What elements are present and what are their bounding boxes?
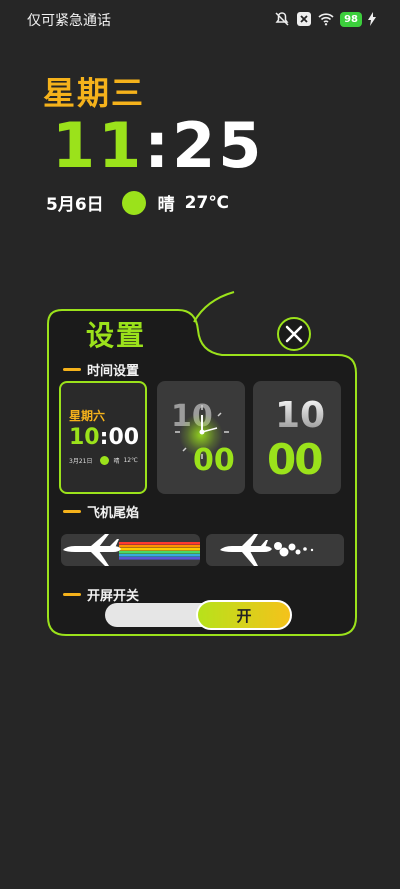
style1-date-line: 3月21日 晴 12℃ <box>69 456 138 465</box>
style1-weekday: 星期六 <box>69 409 106 423</box>
style1-temperature: 12℃ <box>123 457 138 464</box>
section-dash <box>63 593 81 596</box>
flame-option-smoke[interactable] <box>206 534 344 566</box>
style3-hour: 10 <box>275 395 326 436</box>
style1-minute: 00 <box>108 425 140 450</box>
section-boot-label: 开屏开关 <box>87 589 140 604</box>
weather-label: 晴 <box>157 195 175 215</box>
clock-style-option-1[interactable]: 星期六 10:00 3月21日 晴 12℃ <box>59 381 147 494</box>
close-button[interactable] <box>277 317 311 351</box>
mute-icon <box>275 12 289 26</box>
smoke-trail-icon <box>220 534 314 566</box>
battery-icon: 98 <box>340 11 362 27</box>
flame-option-rainbow[interactable] <box>61 534 200 566</box>
charging-icon <box>368 12 376 26</box>
boot-switch-toggle[interactable]: 开 <box>196 600 292 630</box>
style1-date: 3月21日 <box>69 458 93 465</box>
sun-icon <box>121 190 146 215</box>
wifi-icon <box>318 13 334 26</box>
status-icons: 98 <box>274 11 376 27</box>
section-dash <box>63 510 81 513</box>
style1-sun-icon <box>100 456 110 465</box>
close-icon <box>285 325 303 343</box>
rainbow-trail-icon <box>63 534 200 566</box>
style1-time: 10:00 <box>69 425 139 450</box>
carrier-text: 仅可紧急通话 <box>27 13 111 29</box>
clock-style-option-3[interactable]: 10 00 <box>253 381 341 494</box>
section-time-settings: 时间设置 <box>63 360 139 379</box>
style1-hour: 10 <box>69 425 100 450</box>
close-box-icon <box>297 12 312 26</box>
style1-weather: 晴 <box>113 458 120 465</box>
section-boot-switch: 开屏开关 <box>63 585 139 604</box>
clock-style-option-2[interactable]: 10 00 <box>157 381 245 494</box>
section-dash <box>63 368 81 371</box>
clock-separator: : <box>144 109 173 182</box>
style3-minute: 00 <box>267 435 323 484</box>
section-time-label: 时间设置 <box>87 364 140 379</box>
status-bar: 仅可紧急通话 98 <box>0 0 400 40</box>
temperature-label: 27℃ <box>184 192 229 213</box>
clock-time: 11:25 <box>52 108 264 184</box>
section-plane-flame: 飞机尾焰 <box>63 502 139 521</box>
date-label: 5月6日 <box>46 195 104 215</box>
section-flame-label: 飞机尾焰 <box>87 506 140 521</box>
clock-minute: 25 <box>172 109 265 182</box>
panel-title: 设置 <box>86 319 147 352</box>
clock-face-icon <box>175 405 229 459</box>
clock-hour: 11 <box>52 109 145 182</box>
date-weather-line: 5月6日 晴 27℃ <box>46 190 229 215</box>
